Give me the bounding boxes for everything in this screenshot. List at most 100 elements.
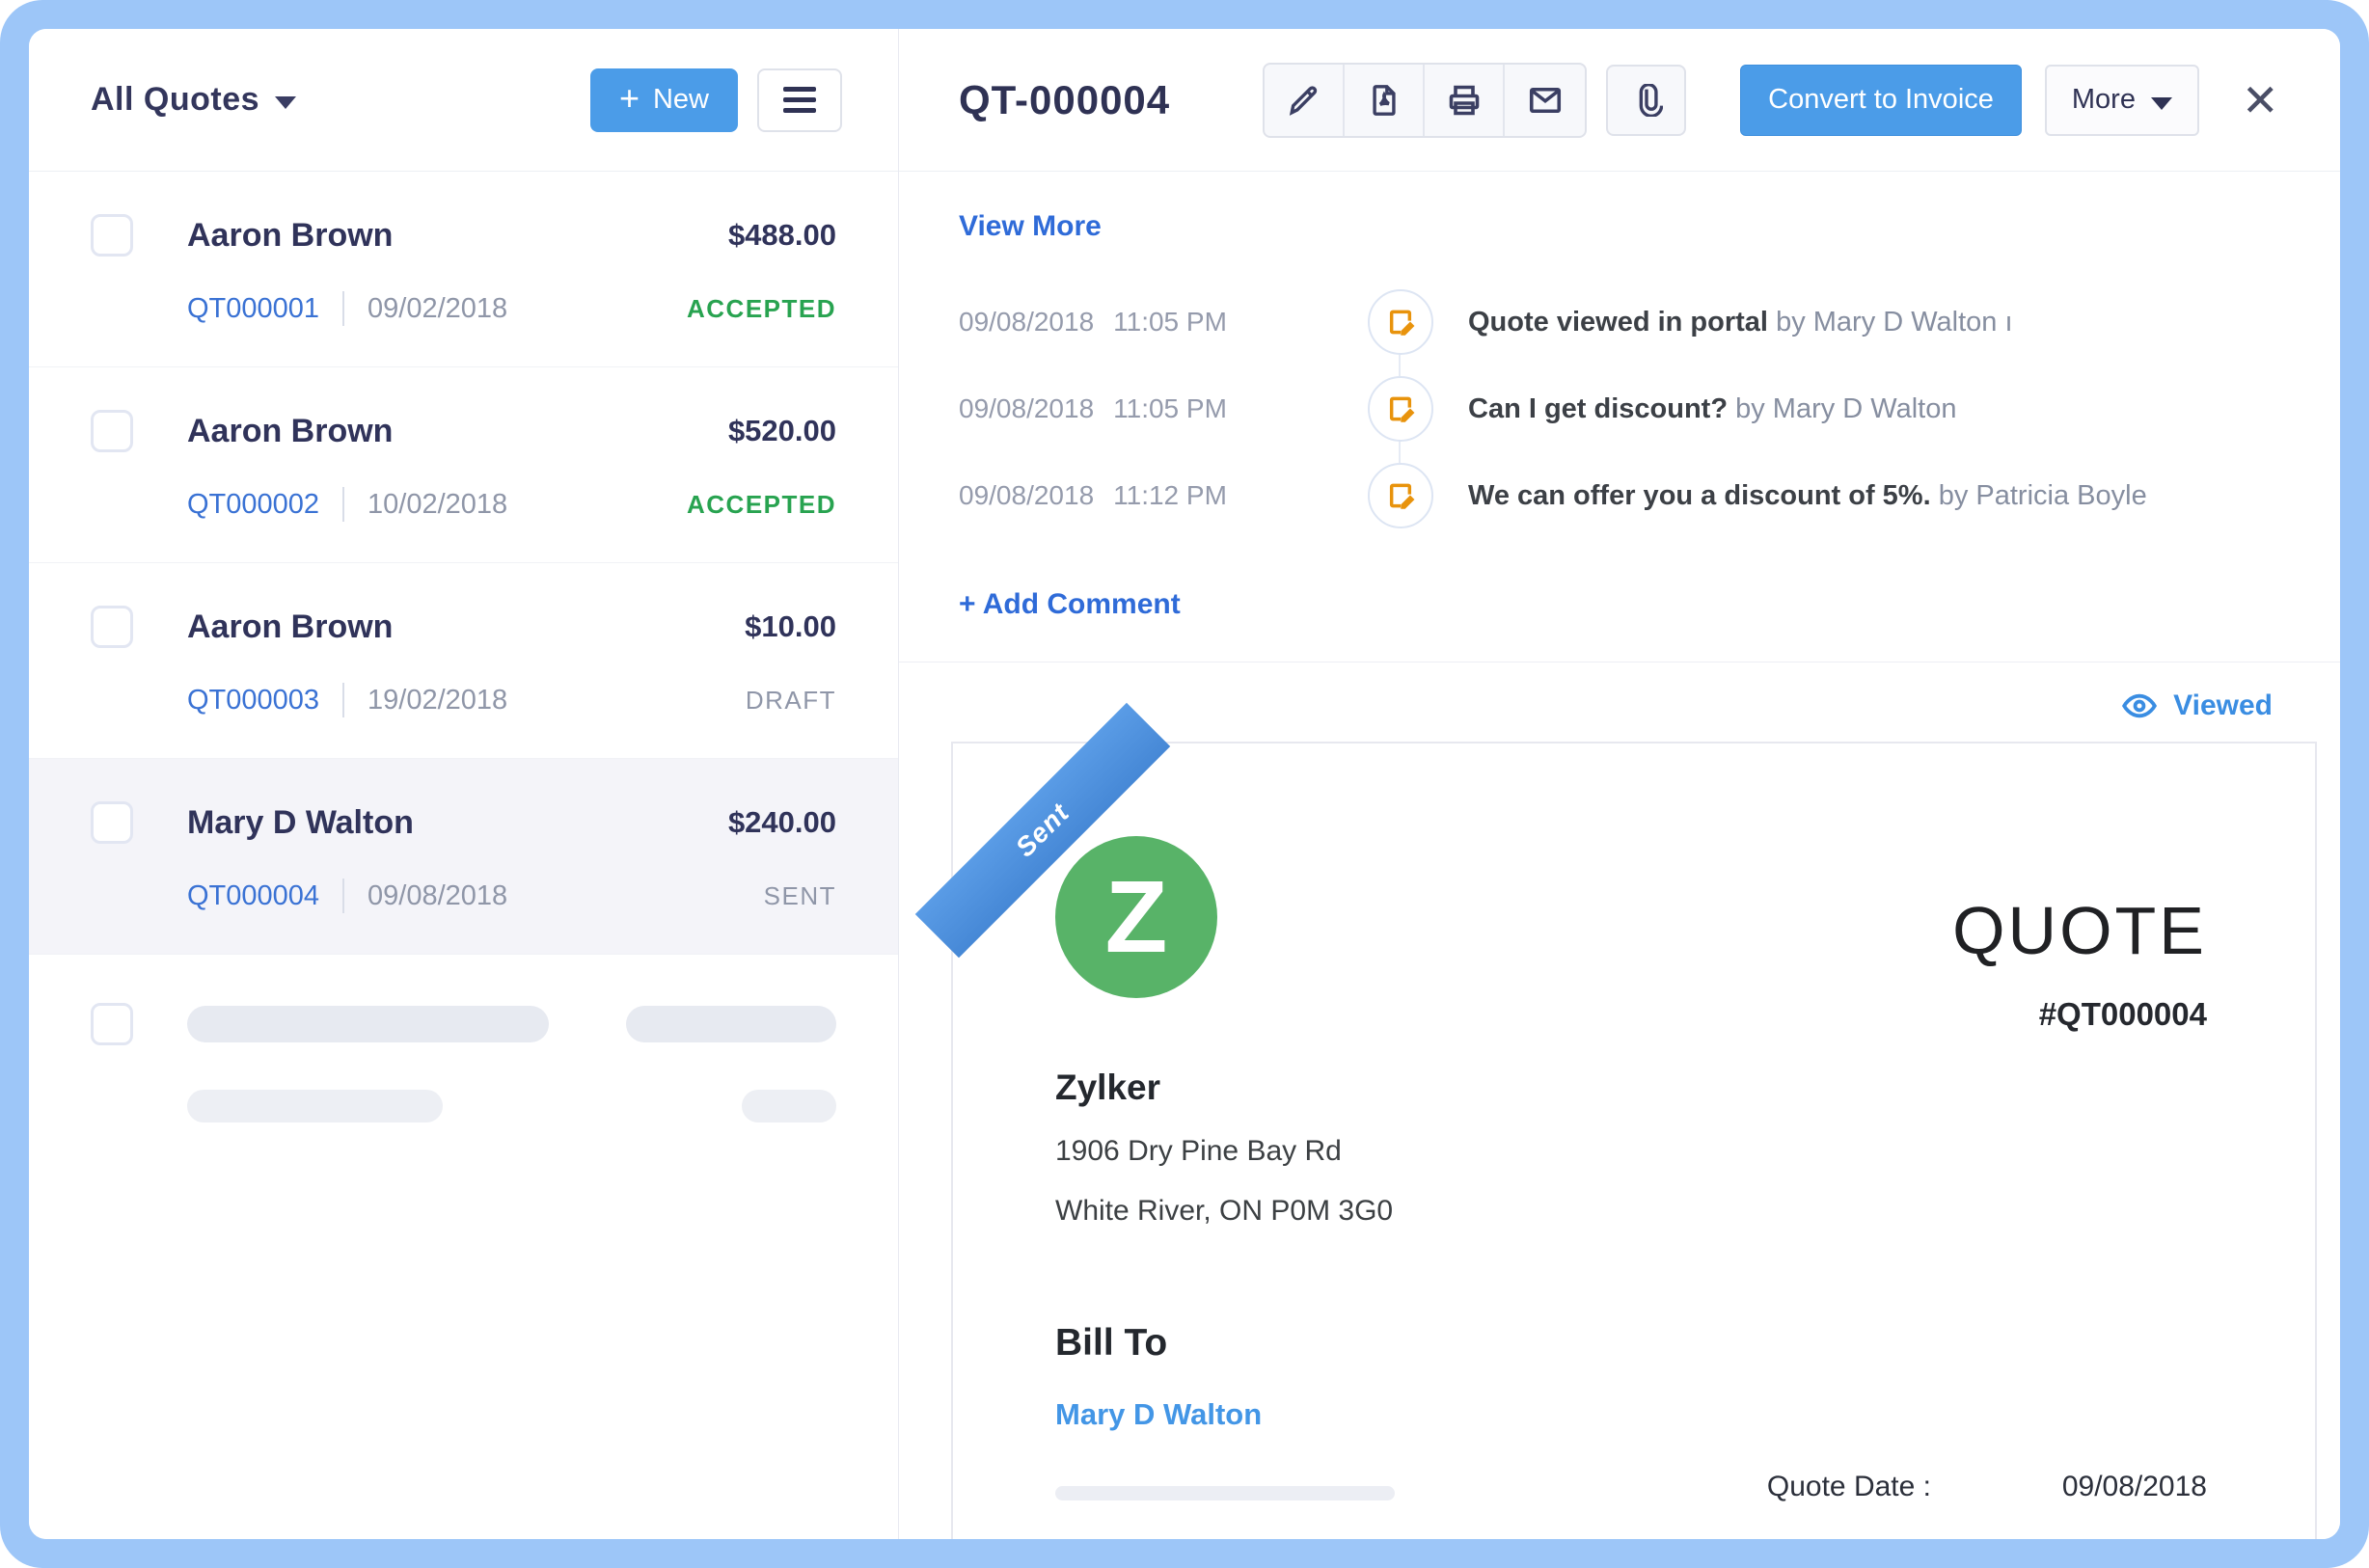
mail-icon bbox=[1529, 87, 1561, 113]
status-badge: ACCEPTED bbox=[686, 489, 836, 519]
quote-number-link[interactable]: QT000002 bbox=[187, 489, 319, 521]
list-menu-button[interactable] bbox=[757, 68, 842, 132]
quote-number-link[interactable]: QT000003 bbox=[187, 685, 319, 716]
quote-checkbox[interactable] bbox=[91, 606, 133, 648]
chevron-down-icon bbox=[2150, 97, 2172, 110]
status-badge: DRAFT bbox=[745, 685, 836, 715]
company-address-line2: White River, ON P0M 3G0 bbox=[1055, 1195, 1394, 1227]
expiry-date-value: 17/08/2018 bbox=[1985, 1538, 2207, 1539]
quote-list-item[interactable]: Aaron Brown $10.00 QT000003 19/02/2018 D… bbox=[29, 563, 898, 759]
skeleton-bar bbox=[187, 1090, 443, 1122]
quote-date-value: 09/08/2018 bbox=[2061, 1471, 2207, 1502]
print-button[interactable] bbox=[1425, 64, 1506, 136]
timeline-entry: 09/08/2018 11:05 PM Can I get discount? … bbox=[959, 376, 2282, 442]
logo-letter: Z bbox=[1104, 860, 1168, 974]
quote-document-header: Z QUOTE #QT000004 bbox=[1055, 836, 2207, 1033]
quote-list-item[interactable]: Aaron Brown $488.00 QT000001 09/02/2018 … bbox=[29, 172, 898, 367]
quote-customer-name: Aaron Brown bbox=[187, 412, 394, 449]
quote-number-link[interactable]: QT000004 bbox=[187, 880, 319, 912]
timeline-time: 11:05 PM bbox=[1113, 393, 1227, 423]
view-more-link[interactable]: View More bbox=[959, 210, 1102, 243]
divider bbox=[342, 487, 345, 522]
comment-note-icon bbox=[1368, 376, 1433, 442]
document-number: #QT000004 bbox=[2038, 996, 2207, 1032]
skeleton-bar bbox=[187, 1006, 549, 1042]
timeline-entry: 09/08/2018 11:05 PM Quote viewed in port… bbox=[959, 289, 2282, 355]
quote-date: 19/02/2018 bbox=[368, 684, 508, 716]
skeleton-bar bbox=[1055, 1486, 1395, 1500]
quote-document-meta: QUOTE #QT000004 bbox=[1952, 892, 2207, 1033]
divider bbox=[342, 683, 345, 717]
edit-button[interactable] bbox=[1265, 64, 1346, 136]
quote-document: Sent Z QUOTE #QT000004 Zylker 1906 Dry P… bbox=[914, 702, 2317, 1539]
timeline-text: Can I get discount? by Mary D Walton bbox=[1468, 393, 1957, 425]
quote-date-row: Quote Date : 09/08/2018 bbox=[1765, 1471, 2207, 1503]
comment-note-icon bbox=[1368, 463, 1433, 528]
activity-timeline: 09/08/2018 11:05 PM Quote viewed in port… bbox=[959, 289, 2282, 528]
viewed-label: Viewed bbox=[2173, 689, 2273, 721]
comment-note-icon bbox=[1368, 289, 1433, 355]
eye-icon bbox=[2122, 693, 2158, 718]
more-button-label: More bbox=[2071, 84, 2136, 115]
quote-checkbox[interactable] bbox=[91, 801, 133, 844]
quotes-filter-dropdown[interactable]: All Quotes bbox=[91, 81, 297, 119]
divider bbox=[342, 291, 345, 326]
chevron-down-icon bbox=[275, 96, 297, 109]
quote-customer-name: Aaron Brown bbox=[187, 608, 394, 645]
timeline-entry: 09/08/2018 11:12 PM We can offer you a d… bbox=[959, 463, 2282, 528]
timeline-date: 09/08/2018 bbox=[959, 480, 1095, 510]
hamburger-icon bbox=[783, 87, 816, 113]
quote-title: QT-000004 bbox=[959, 76, 1171, 122]
quote-amount: $240.00 bbox=[727, 805, 836, 839]
quote-checkbox[interactable] bbox=[91, 1003, 133, 1045]
window-frame: All Quotes + New Aaron Brown $488.00 QT0… bbox=[0, 0, 2369, 1568]
plus-icon: + bbox=[618, 77, 640, 118]
quotes-list: Aaron Brown $488.00 QT000001 09/02/2018 … bbox=[29, 172, 898, 1539]
convert-to-invoice-button[interactable]: Convert to Invoice bbox=[1740, 64, 2022, 136]
timeline-author: by Patricia Boyle bbox=[1938, 479, 2147, 511]
bill-to-customer-link[interactable]: Mary D Walton bbox=[1055, 1397, 1262, 1432]
timeline-time: 11:12 PM bbox=[1113, 480, 1227, 510]
email-button[interactable] bbox=[1505, 65, 1585, 136]
timeline-date: 09/08/2018 bbox=[959, 393, 1095, 423]
paperclip-icon bbox=[1639, 83, 1663, 117]
expiry-date-label: Expiry Date : bbox=[1765, 1538, 1931, 1539]
quote-list-item[interactable]: Aaron Brown $520.00 QT000002 10/02/2018 … bbox=[29, 367, 898, 563]
skeleton-bar bbox=[626, 1006, 836, 1042]
quotes-list-header: All Quotes + New bbox=[29, 29, 898, 172]
quote-checkbox[interactable] bbox=[91, 214, 133, 257]
attachment-button[interactable] bbox=[1606, 64, 1687, 136]
timeline-event: Quote viewed in portal bbox=[1468, 306, 1768, 338]
new-quote-button[interactable]: + New bbox=[589, 68, 738, 132]
quote-amount: $10.00 bbox=[745, 609, 836, 643]
quote-checkbox[interactable] bbox=[91, 410, 133, 452]
close-icon[interactable]: ✕ bbox=[2242, 78, 2279, 122]
timeline-date: 09/08/2018 bbox=[959, 307, 1095, 337]
timeline-author: by Mary D Walton bbox=[1735, 392, 1957, 424]
skeleton-bar bbox=[742, 1090, 836, 1122]
address-skeleton bbox=[1055, 1471, 1395, 1539]
pencil-icon bbox=[1289, 85, 1317, 116]
quote-list-item-selected[interactable]: Mary D Walton $240.00 QT000004 09/08/201… bbox=[29, 759, 898, 955]
quote-amount: $520.00 bbox=[727, 414, 836, 447]
quote-customer-name: Mary D Walton bbox=[187, 803, 414, 841]
add-comment-link[interactable]: + Add Comment bbox=[959, 588, 1181, 621]
pdf-button[interactable] bbox=[1345, 64, 1426, 136]
company-name: Zylker bbox=[1055, 1068, 1161, 1107]
printer-icon bbox=[1449, 85, 1479, 115]
divider bbox=[342, 879, 345, 913]
quote-detail-panel: QT-000004 Convert to Invoice More ✕ View… bbox=[899, 29, 2340, 1539]
activity-section: View More 09/08/2018 11:05 PM Quote view… bbox=[899, 172, 2340, 662]
bill-to-label: Bill To bbox=[1055, 1322, 1168, 1364]
quote-date: 09/08/2018 bbox=[368, 879, 508, 911]
quote-detail-header: QT-000004 Convert to Invoice More ✕ bbox=[899, 29, 2340, 172]
quote-number-link[interactable]: QT000001 bbox=[187, 293, 319, 325]
quote-date-label: Quote Date : bbox=[1766, 1471, 1931, 1502]
quote-date: 10/02/2018 bbox=[368, 488, 508, 520]
timeline-text: Quote viewed in portal by Mary D Walton … bbox=[1468, 307, 2013, 338]
quote-list-item-loading bbox=[29, 955, 898, 1171]
status-badge: ACCEPTED bbox=[686, 293, 836, 323]
quote-amount: $488.00 bbox=[727, 218, 836, 252]
more-button[interactable]: More bbox=[2044, 64, 2199, 136]
quote-toolbar bbox=[1263, 62, 1687, 138]
